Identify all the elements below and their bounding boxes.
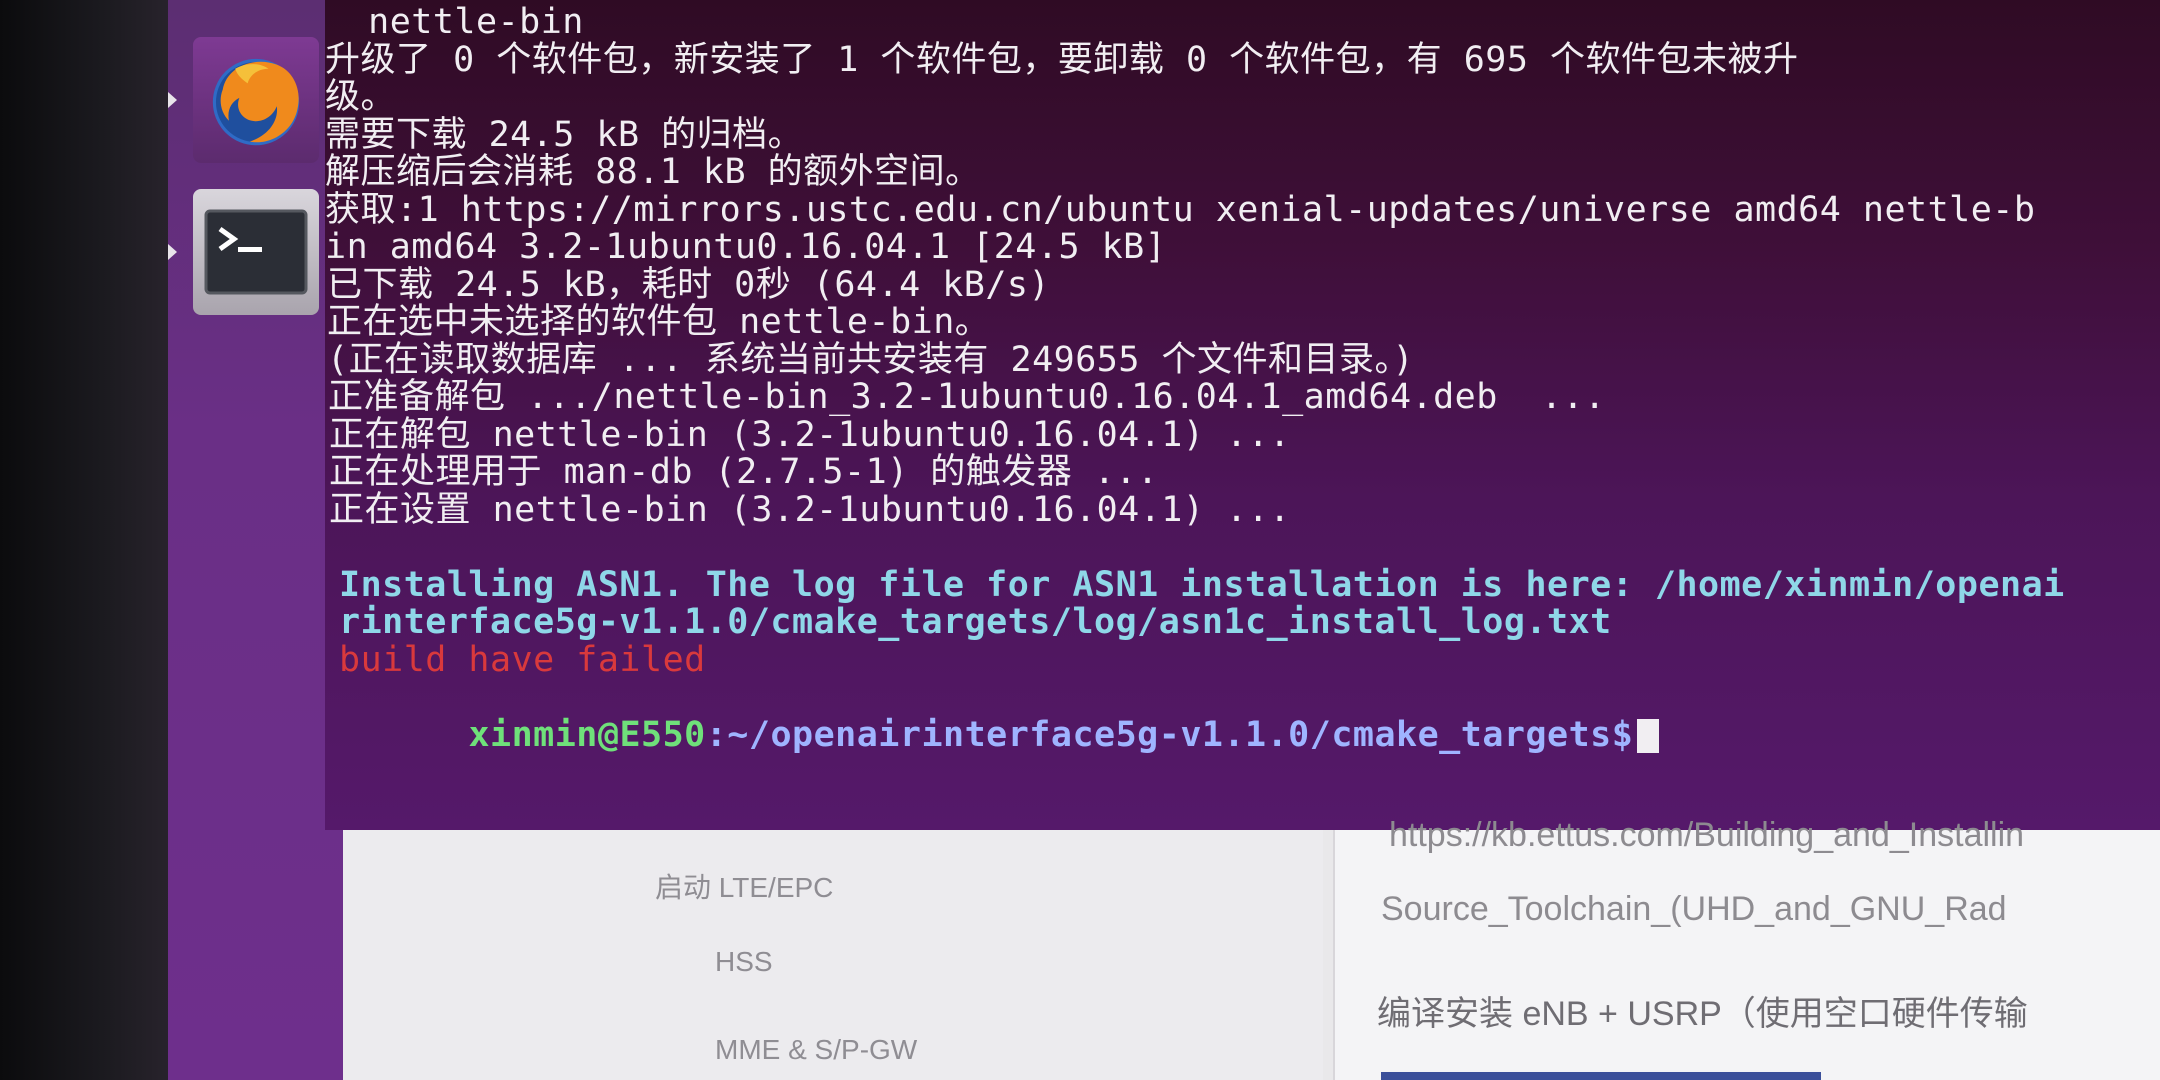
terminal-line: 获取:1 https://mirrors.ustc.edu.cn/ubuntu … <box>325 189 2036 230</box>
doc-heading: 编译安装 eNB + USRP（使用空口硬件传输 <box>1377 995 2028 1033</box>
asn1-info-line: Installing ASN1. The log file for ASN1 i… <box>339 564 2065 605</box>
terminal-line: 级。 <box>325 77 397 117</box>
terminal-line: nettle-bin <box>325 2 584 42</box>
prompt-user-host: xinmin@E550 <box>468 714 706 755</box>
terminal-output: nettle-bin 升级了 0 个软件包，新安装了 1 个软件包，要卸载 0 … <box>325 2 2160 753</box>
nav-item-start-lte-epc[interactable]: 启动 LTE/EPC <box>655 866 833 906</box>
terminal-line: in amd64 3.2-1ubuntu0.16.04.1 [24.5 kB] <box>325 227 1167 267</box>
terminal-line: 正在处理用于 man-db (2.7.5-1) 的触发器 ... <box>329 452 1159 492</box>
nav-item-mme-spgw[interactable]: MME & S/P-GW <box>715 1034 917 1066</box>
terminal-icon <box>192 189 319 315</box>
browser-window: 启动 LTE/EPC HSS MME & S/P-GW https://kb.e… <box>343 816 2160 1080</box>
launcher-item-terminal[interactable] <box>168 182 343 322</box>
text-cursor <box>1637 718 1660 753</box>
terminal-line: 正准备解包 .../nettle-bin_3.2-1ubuntu0.16.04.… <box>328 377 1606 417</box>
terminal-line: 正在选中未选择的软件包 nettle-bin。 <box>327 302 991 342</box>
running-indicator-icon <box>168 92 177 108</box>
doc-content: https://kb.ettus.com/Building_and_Instal… <box>1333 816 2160 1080</box>
error-message: build have failed <box>339 639 706 680</box>
nav-item-hss[interactable]: HSS <box>715 946 773 978</box>
running-indicator-icon <box>168 244 177 260</box>
asn1-info-line: rinterface5g-v1.1.0/cmake_targets/log/as… <box>339 602 1612 642</box>
terminal-line: 需要下载 24.5 kB 的归档。 <box>325 114 804 155</box>
doc-link[interactable]: https://kb.ettus.com/Building_and_Instal… <box>1389 816 2024 855</box>
terminal-window[interactable]: nettle-bin 升级了 0 个软件包，新安装了 1 个软件包，要卸载 0 … <box>325 0 2160 830</box>
prompt-path: :~/openairinterface5g-v1.1.0/cmake_targe… <box>705 714 1634 755</box>
doc-navigation: 启动 LTE/EPC HSS MME & S/P-GW <box>343 830 1323 1080</box>
unity-launcher <box>168 0 345 1080</box>
doc-link[interactable]: Source_Toolchain_(UHD_and_GNU_Rad <box>1381 890 2007 929</box>
terminal-line: 正在解包 nettle-bin (3.2-1ubuntu0.16.04.1) .… <box>329 414 1291 455</box>
terminal-line: 升级了 0 个软件包，新安装了 1 个软件包，要卸载 0 个软件包，有 695 … <box>325 39 1799 80</box>
terminal-line: 解压缩后会消耗 88.1 kB 的额外空间。 <box>325 152 981 192</box>
section-bar <box>1381 1072 1821 1080</box>
launcher-item-firefox[interactable] <box>168 30 343 170</box>
terminal-line: (正在读取数据库 ... 系统当前共安装有 249655 个文件和目录。) <box>327 339 1415 380</box>
firefox-icon <box>192 37 319 163</box>
terminal-line: 已下载 24.5 kB，耗时 0秒 (64.4 kB/s) <box>327 264 1051 305</box>
shell-prompt[interactable]: xinmin@E550:~/openairinterface5g-v1.1.0/… <box>325 679 2160 753</box>
monitor-bezel <box>0 0 170 1080</box>
terminal-line: 正在设置 nettle-bin (3.2-1ubuntu0.16.04.1) .… <box>329 489 1291 530</box>
